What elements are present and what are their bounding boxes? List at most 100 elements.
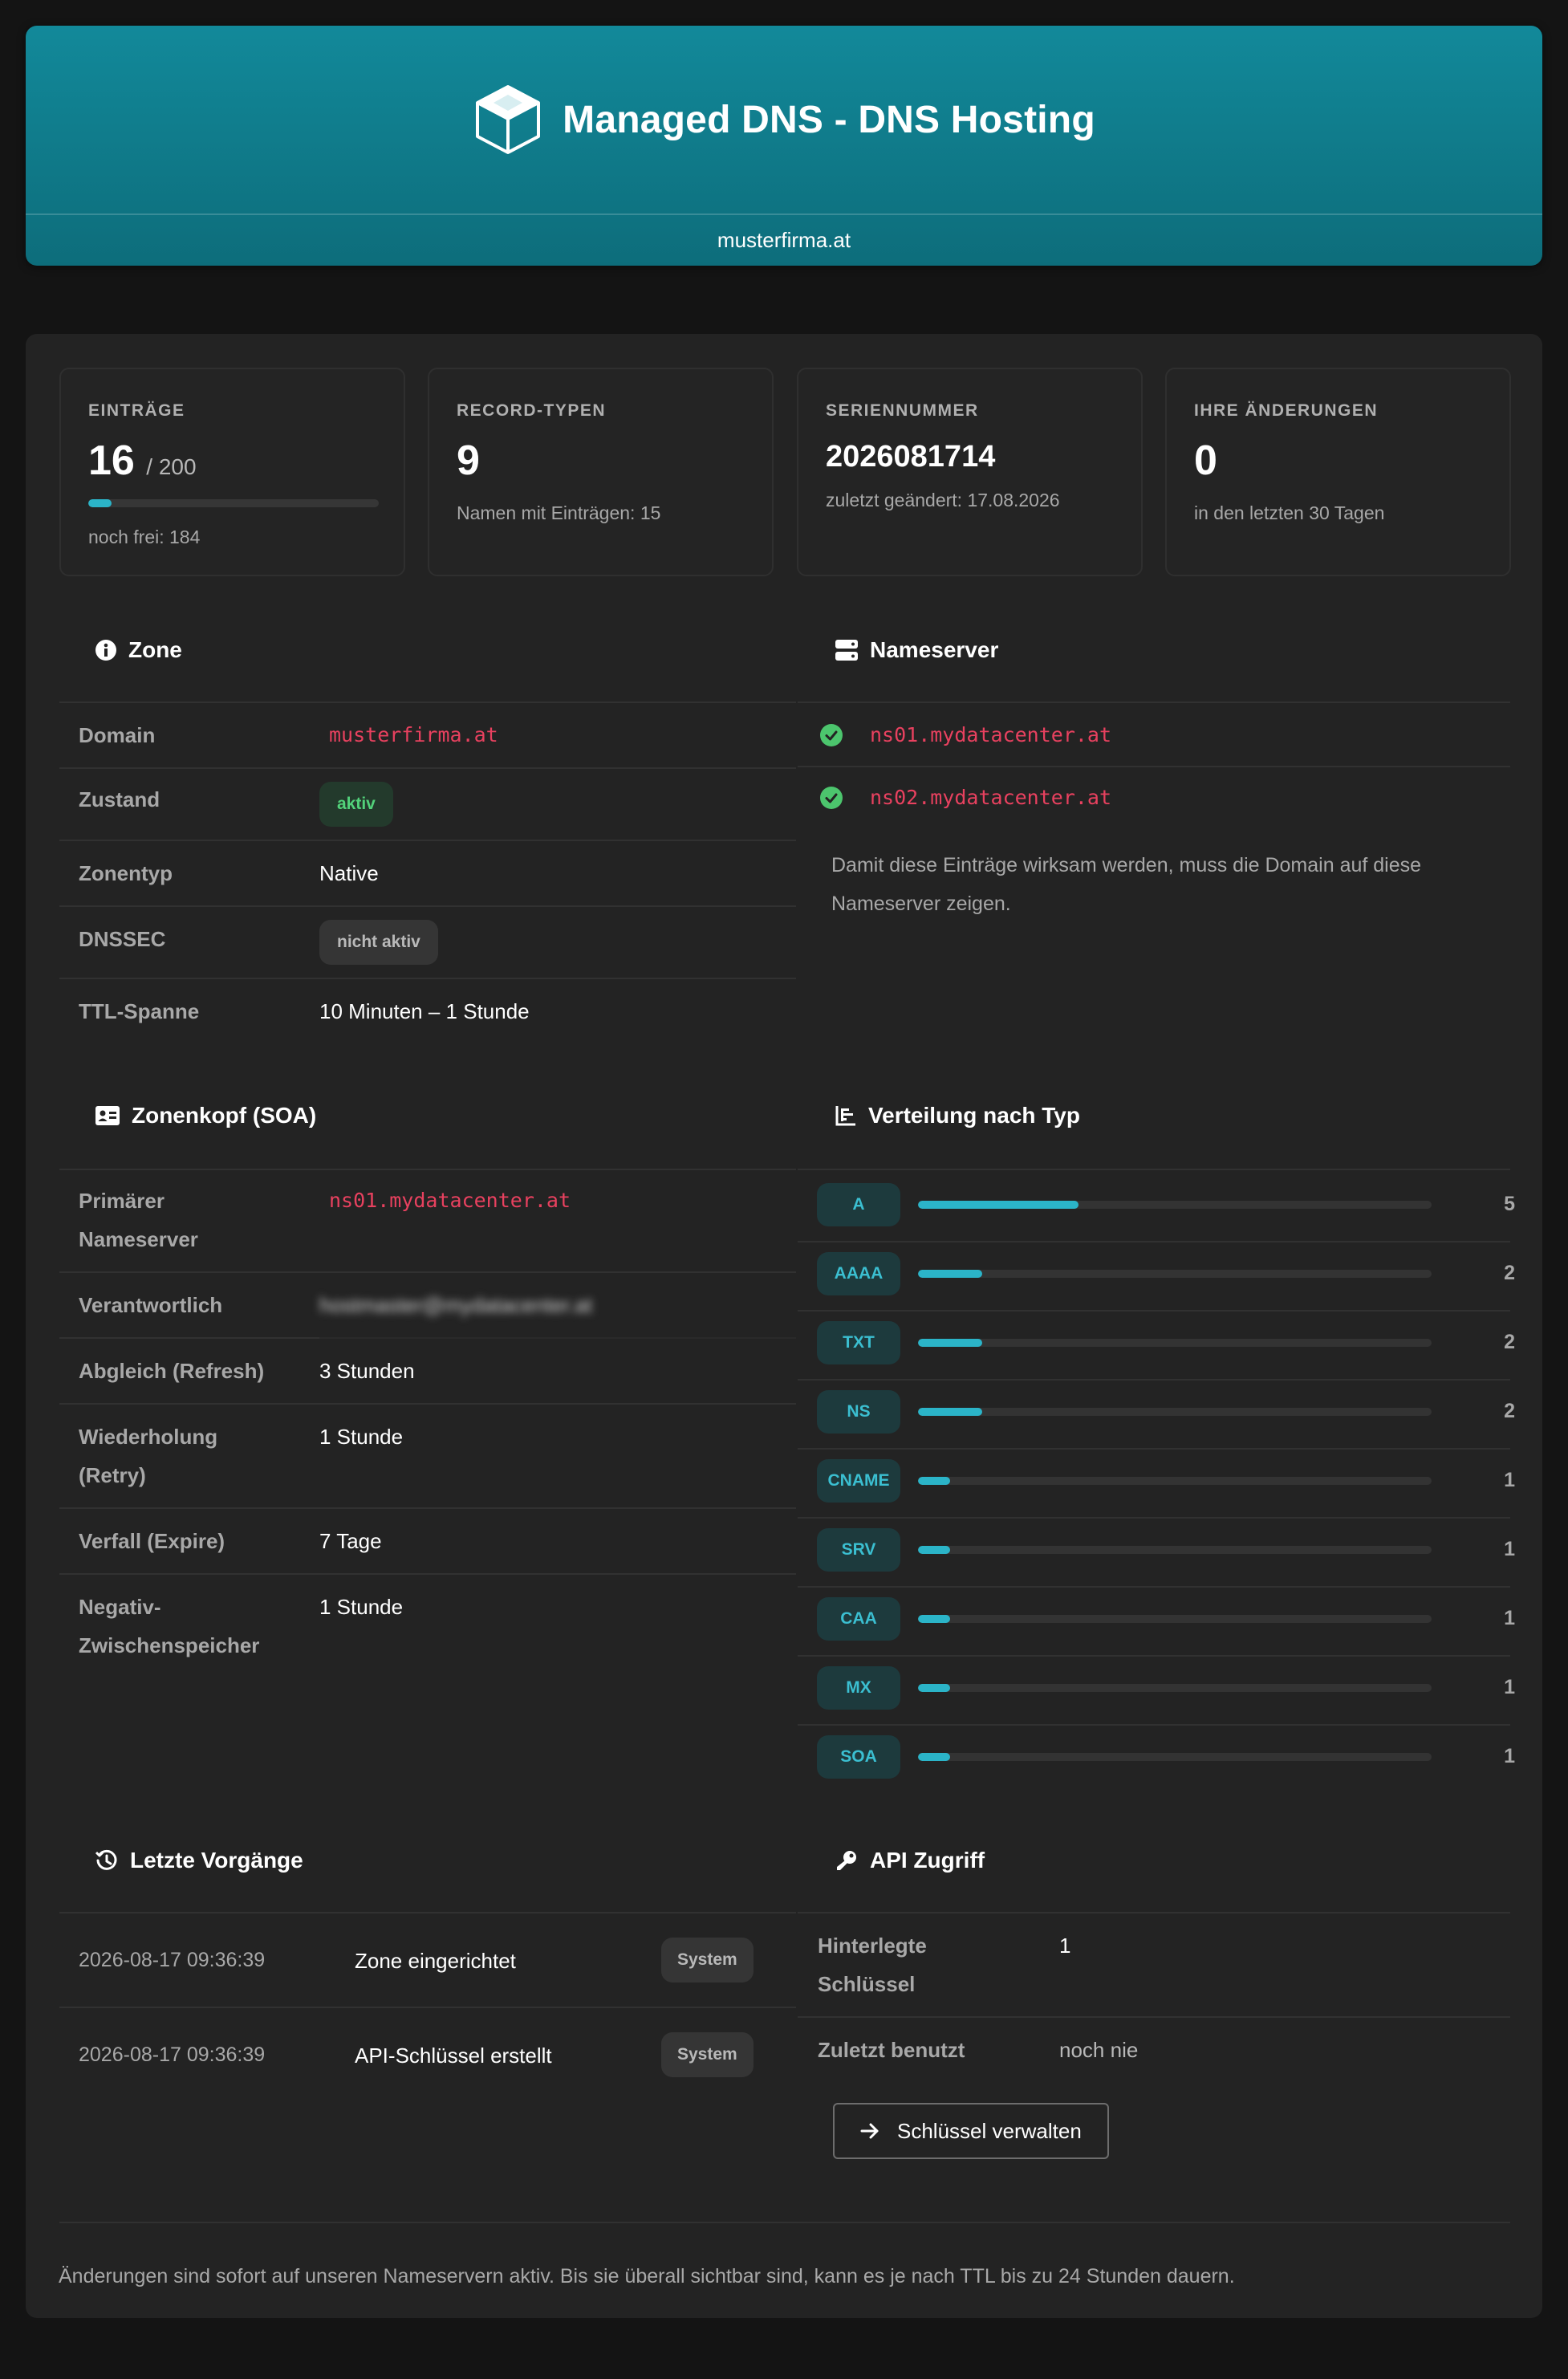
stat-label: SERIENNUMMER xyxy=(826,401,979,420)
nameserver-note: Nameserver zeigen. xyxy=(831,893,1011,915)
soa-negative-value: 1 Stunde xyxy=(319,1595,404,1619)
soa-responsible-value: hostmaster@mydatacenter.at xyxy=(319,1293,592,1317)
soa-expire-key: Verfall (Expire) xyxy=(79,1529,225,1553)
divider xyxy=(798,702,1510,703)
event-tag: System xyxy=(661,1938,754,1983)
manage-keys-button[interactable]: Schlüssel verwalten xyxy=(833,2103,1109,2159)
info-icon xyxy=(95,640,116,661)
divider xyxy=(59,2222,1510,2223)
divider xyxy=(798,1310,1510,1312)
type-badge: CNAME xyxy=(817,1459,900,1503)
type-badge: A xyxy=(817,1183,900,1226)
soa-negative-key: Negativ- xyxy=(79,1595,161,1619)
footer-note: Änderungen sind sofort auf unseren Names… xyxy=(59,2265,1235,2288)
soa-primary-key: Nameserver xyxy=(79,1227,198,1251)
divider xyxy=(59,1573,796,1575)
stat-max: / 200 xyxy=(146,454,197,479)
soa-expire-value: 7 Tage xyxy=(319,1529,382,1553)
divider xyxy=(798,1655,1510,1657)
recent-heading: Letzte Vorgänge xyxy=(95,1848,303,1873)
divider xyxy=(59,767,796,769)
stat-value: 9 xyxy=(457,437,480,484)
zone-ttl-value: 10 Minuten – 1 Stunde xyxy=(319,999,530,1023)
soa-title: Zonenkopf (SOA) xyxy=(132,1103,317,1128)
divider xyxy=(798,1586,1510,1588)
soa-primary-value: ns01.mydatacenter.at xyxy=(329,1189,571,1212)
distribution-count: 1 xyxy=(1504,1607,1515,1629)
stat-label: IHRE ÄNDERUNGEN xyxy=(1194,401,1379,420)
distribution-count: 5 xyxy=(1504,1193,1515,1215)
stat-label: EINTRÄGE xyxy=(88,401,185,420)
soa-retry-key: (Retry) xyxy=(79,1463,146,1487)
divider xyxy=(59,905,796,907)
divider xyxy=(798,2016,1510,2018)
distribution-bar-track xyxy=(918,1684,1432,1692)
distribution-bar-track xyxy=(918,1753,1432,1761)
api-last-used-value: noch nie xyxy=(1059,2038,1139,2062)
divider xyxy=(798,1724,1510,1726)
arrow-right-icon xyxy=(860,2123,879,2139)
divider xyxy=(798,1241,1510,1242)
soa-primary-key: Primärer xyxy=(79,1189,165,1213)
divider xyxy=(59,1403,796,1405)
stat-note: noch frei: 184 xyxy=(88,527,201,547)
divider xyxy=(798,766,1510,767)
distribution-count: 1 xyxy=(1504,1745,1515,1767)
api-keys-key: Hinterlegte xyxy=(818,1934,927,1958)
distribution-bar xyxy=(918,1408,982,1416)
type-badge: AAAA xyxy=(817,1252,900,1295)
distribution-count: 1 xyxy=(1504,1676,1515,1698)
soa-retry-value: 1 Stunde xyxy=(319,1425,404,1449)
api-heading: API Zugriff xyxy=(835,1848,985,1873)
zone-heading: Zone xyxy=(95,637,182,663)
divider xyxy=(798,1517,1510,1519)
soa-retry-key: Wiederholung xyxy=(79,1425,218,1449)
check-icon xyxy=(820,724,843,746)
stat-record-types: RECORD-TYPEN 9 Namen mit Einträgen: 15 xyxy=(428,368,774,576)
stat-note: zuletzt geändert: 17.08.2026 xyxy=(826,490,1060,510)
distribution-bar-track xyxy=(918,1270,1432,1278)
entries-progress-fill xyxy=(88,499,112,507)
stat-value: 2026081714 xyxy=(826,440,996,474)
api-title: API Zugriff xyxy=(870,1848,985,1873)
divider xyxy=(59,840,796,841)
distribution-bar xyxy=(918,1201,1079,1209)
zone-ttl-key: TTL-Spanne xyxy=(79,999,200,1023)
type-badge: SRV xyxy=(817,1528,900,1572)
zone-domain-key: Domain xyxy=(79,723,156,747)
event-tag: System xyxy=(661,2032,754,2077)
app-title: Managed DNS - DNS Hosting xyxy=(563,98,1095,141)
id-card-icon xyxy=(95,1106,120,1125)
stat-value: 16 / 200 xyxy=(88,437,197,484)
stat-value: 0 xyxy=(1194,437,1217,484)
distribution-bar xyxy=(918,1684,950,1692)
divider xyxy=(59,1271,796,1273)
nameserver-heading: Nameserver xyxy=(835,637,998,663)
bar-chart-icon xyxy=(835,1106,855,1126)
stat-note: in den letzten 30 Tagen xyxy=(1194,502,1385,523)
divider xyxy=(798,1169,1510,1170)
check-icon xyxy=(820,787,843,809)
type-badge: CAA xyxy=(817,1597,900,1641)
api-last-used-key: Zuletzt benutzt xyxy=(818,2038,965,2062)
stat-entries: EINTRÄGE 16 / 200 noch frei: 184 xyxy=(59,368,405,576)
api-keys-key: Schlüssel xyxy=(818,1972,916,1996)
distribution-bar-track xyxy=(918,1339,1432,1347)
distribution-bar-track xyxy=(918,1201,1432,1209)
distribution-count: 1 xyxy=(1504,1469,1515,1491)
distribution-bar xyxy=(918,1339,982,1347)
key-icon xyxy=(837,1851,856,1870)
type-badge: SOA xyxy=(817,1735,900,1779)
stat-serial: SERIENNUMMER 2026081714 zuletzt geändert… xyxy=(797,368,1143,576)
distribution-bar-track xyxy=(918,1408,1432,1416)
stat-label: RECORD-TYPEN xyxy=(457,401,607,420)
entries-progress xyxy=(88,499,379,507)
zone-dnssec-key: DNSSEC xyxy=(79,927,166,951)
event-text: API-Schlüssel erstellt xyxy=(355,2044,552,2068)
type-badge: TXT xyxy=(817,1321,900,1364)
zone-domain-value: musterfirma.at xyxy=(329,723,498,746)
soa-refresh-value: 3 Stunden xyxy=(319,1359,415,1383)
divider xyxy=(798,1379,1510,1381)
type-badge: MX xyxy=(817,1666,900,1710)
nameserver-title: Nameserver xyxy=(870,637,999,662)
